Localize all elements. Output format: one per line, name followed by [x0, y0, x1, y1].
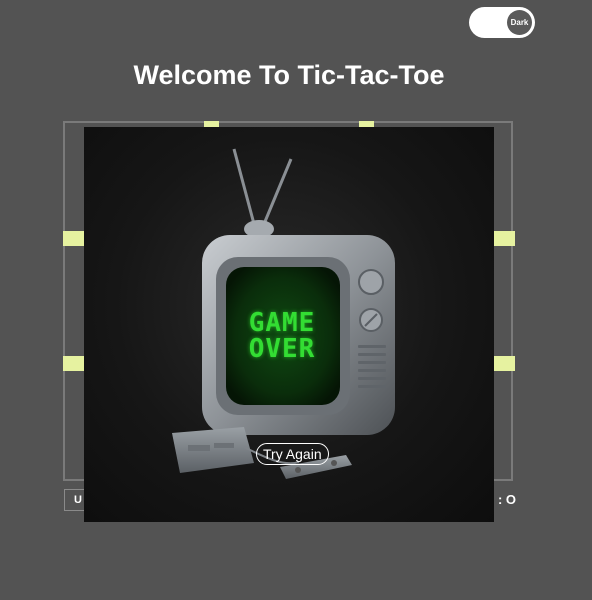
page-title: Welcome To Tic-Tac-Toe [133, 60, 445, 90]
grid-marker [494, 356, 515, 371]
theme-toggle-knob: Dark [507, 10, 532, 35]
game-over-screen-text: GAME OVER [234, 310, 330, 362]
theme-toggle[interactable]: Dark [469, 7, 535, 38]
try-again-button[interactable]: Try Again [256, 443, 329, 465]
grid-marker [63, 356, 84, 371]
game-over-line-2: OVER [248, 334, 316, 364]
grid-marker [63, 231, 84, 246]
game-over-modal: GAME OVER Try Again [84, 127, 494, 522]
grid-marker [494, 231, 515, 246]
theme-toggle-label: Dark [510, 18, 529, 27]
game-over-line-1: GAME [248, 308, 316, 338]
player-x-status-label: U [74, 494, 82, 506]
